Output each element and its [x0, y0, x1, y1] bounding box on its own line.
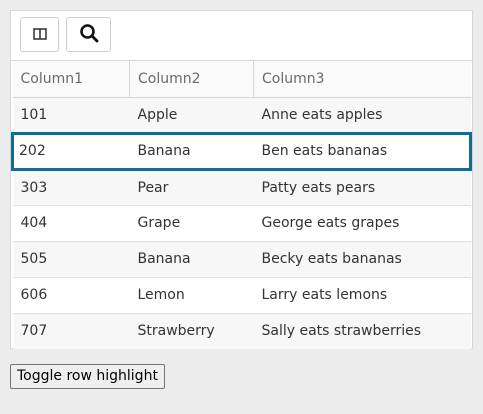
table-cell[interactable]: Apple	[129, 97, 254, 134]
table-cell[interactable]: Sally eats strawberries	[253, 313, 471, 349]
table-cell[interactable]: Grape	[129, 205, 254, 242]
grid-toolbar	[11, 11, 472, 61]
table-cell[interactable]: George eats grapes	[253, 205, 471, 242]
header-row: Column1 Column2 Column3	[12, 61, 471, 98]
table-cell[interactable]: Larry eats lemons	[253, 277, 471, 314]
table-row[interactable]: 101 Apple Anne eats apples	[12, 97, 471, 134]
table-cell[interactable]: Banana	[129, 131, 254, 171]
table-cell[interactable]: Ben eats bananas	[253, 131, 472, 171]
table-cell[interactable]: 505	[12, 241, 130, 278]
data-grid: Column1 Column2 Column3 101 Apple Anne eat…	[10, 10, 473, 349]
table-cell[interactable]: 606	[12, 277, 130, 314]
search-icon	[79, 23, 99, 47]
search-button[interactable]	[66, 17, 111, 52]
table-row[interactable]: 606 Lemon Larry eats lemons	[12, 277, 471, 314]
table-cell[interactable]: Banana	[129, 241, 254, 278]
table-row[interactable]: 404 Grape George eats grapes	[12, 205, 471, 242]
column-header[interactable]: Column2	[129, 61, 254, 98]
columns-icon	[32, 25, 47, 44]
table-row[interactable]: 202 Banana Ben eats bananas	[11, 131, 472, 171]
table-cell[interactable]: 303	[12, 169, 130, 206]
table-cell[interactable]: Patty eats pears	[253, 169, 471, 206]
table-cell[interactable]: 101	[12, 97, 130, 134]
table-cell[interactable]: Lemon	[129, 277, 254, 314]
table-cell[interactable]: Anne eats apples	[253, 97, 471, 134]
table-row[interactable]: 707 Strawberry Sally eats strawberries	[12, 313, 471, 349]
table-cell[interactable]: 404	[12, 205, 130, 242]
table-cell[interactable]: Becky eats bananas	[253, 241, 471, 278]
table-cell[interactable]: 202	[11, 131, 130, 171]
data-table: Column1 Column2 Column3 101 Apple Anne eat…	[11, 61, 472, 349]
column-header[interactable]: Column3	[253, 61, 471, 98]
table-cell[interactable]: Pear	[129, 169, 254, 206]
column-chooser-button[interactable]	[20, 17, 59, 52]
table-cell[interactable]: Strawberry	[129, 313, 254, 349]
table-row[interactable]: 505 Banana Becky eats bananas	[12, 241, 471, 278]
table-row[interactable]: 303 Pear Patty eats pears	[12, 169, 471, 206]
table-cell[interactable]: 707	[12, 313, 130, 349]
toggle-row-highlight-button[interactable]: Toggle row highlight	[10, 364, 165, 389]
column-header[interactable]: Column1	[12, 61, 130, 98]
